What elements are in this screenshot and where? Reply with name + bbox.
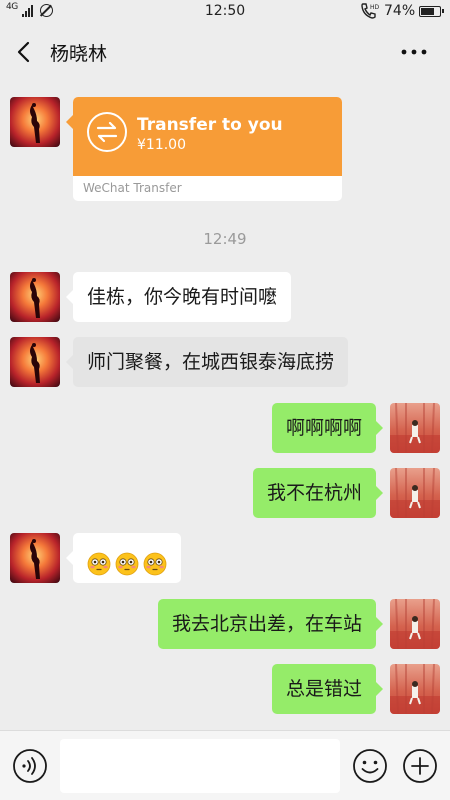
transfer-card[interactable]: Transfer to you ¥11.00 WeChat Transfer <box>66 97 342 201</box>
transfer-amount: ¥11.00 <box>137 137 186 153</box>
transfer-footer: WeChat Transfer <box>83 181 182 195</box>
message-bubble-outgoing[interactable]: 我去北京出差，在车站 <box>157 599 384 649</box>
battery-percent: 74% <box>384 3 416 19</box>
transfer-title: Transfer to you <box>137 115 283 135</box>
contact-avatar[interactable] <box>10 97 60 147</box>
flushed-face-icon <box>143 545 167 575</box>
flushed-face-icon <box>115 545 139 575</box>
message-bubble-outgoing[interactable]: 我不在杭州 <box>252 468 384 518</box>
status-time: 12:50 <box>204 3 246 19</box>
more-functions-button[interactable] <box>402 748 438 784</box>
message-input[interactable] <box>60 739 340 793</box>
message-bubble-outgoing[interactable]: 啊啊啊啊 <box>271 403 384 453</box>
hd-call-icon: HD <box>359 2 380 24</box>
flushed-face-icon <box>87 545 111 575</box>
message-bubble-incoming[interactable] <box>66 533 181 583</box>
svg-text:HD: HD <box>370 4 379 11</box>
battery-fill <box>421 8 434 15</box>
input-bar <box>0 730 450 800</box>
contact-avatar[interactable] <box>10 533 60 583</box>
chat-header: 杨晓林 <box>0 24 450 80</box>
page-title: 杨晓林 <box>50 43 108 65</box>
message-bubble-outgoing[interactable]: 总是错过 <box>271 664 384 714</box>
bubble-tail <box>66 115 73 129</box>
my-avatar[interactable] <box>390 403 440 453</box>
message-bubble-incoming[interactable]: 师门聚餐，在城西银泰海底捞 <box>65 337 349 387</box>
my-avatar[interactable] <box>390 664 440 714</box>
more-dots-icon <box>401 49 427 55</box>
emoji-icon <box>353 749 387 783</box>
my-avatar[interactable] <box>390 468 440 518</box>
chevron-left-icon <box>17 41 30 63</box>
status-bar: 4G 12:50 HD 74% <box>0 0 450 24</box>
contact-avatar[interactable] <box>10 337 60 387</box>
more-button[interactable] <box>396 38 432 66</box>
voice-icon <box>13 749 47 783</box>
contact-avatar[interactable] <box>10 272 60 322</box>
battery-icon <box>419 6 444 17</box>
transfer-arrows-icon <box>86 111 128 153</box>
voice-button[interactable] <box>12 748 48 784</box>
my-avatar[interactable] <box>390 599 440 649</box>
message-timestamp: 12:49 <box>203 230 247 248</box>
plus-icon <box>403 749 437 783</box>
emoji-button[interactable] <box>352 748 388 784</box>
message-bubble-incoming[interactable]: 佳栋，你今晚有时间嚒 <box>65 272 292 322</box>
back-button[interactable] <box>10 38 38 66</box>
